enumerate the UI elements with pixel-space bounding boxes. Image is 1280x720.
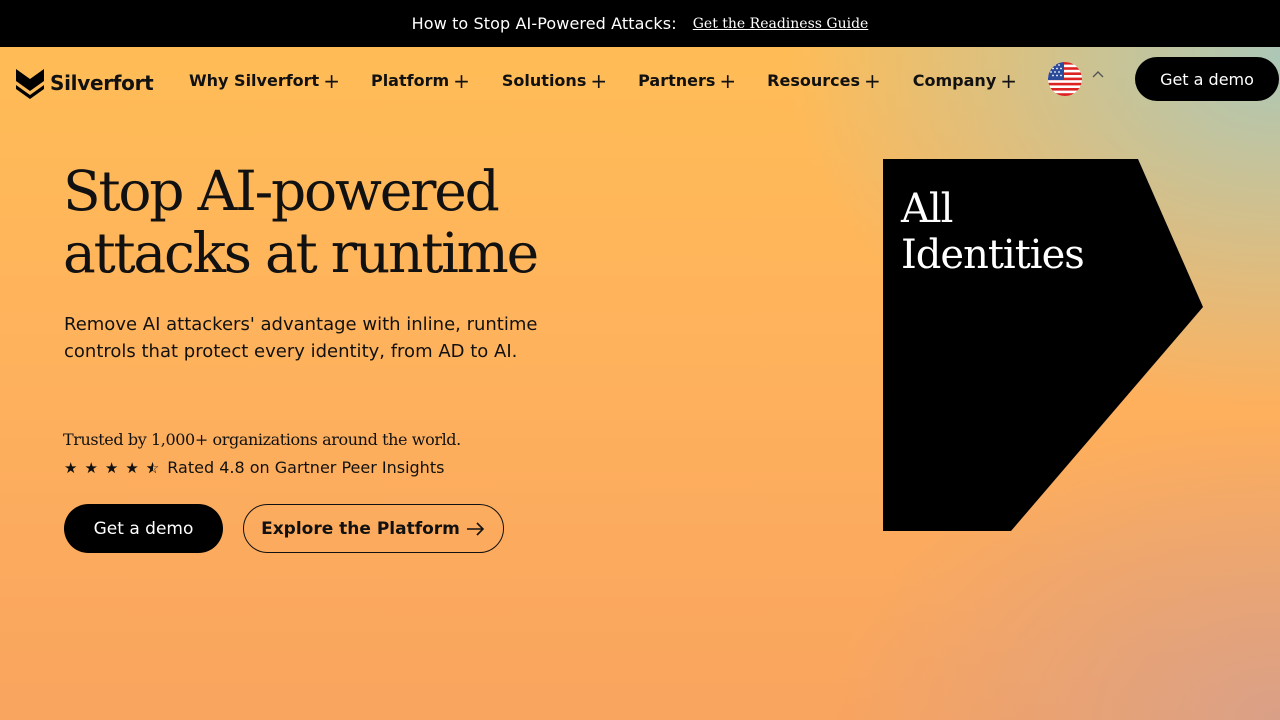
star-icon: ★	[64, 458, 78, 477]
identities-graphic-text: All Identities	[901, 186, 1161, 278]
plus-icon: +	[719, 68, 737, 93]
nav-item-why-silverfort[interactable]: Why Silverfort +	[189, 68, 340, 93]
nav-item-label: Resources	[767, 71, 860, 90]
nav-item-partners[interactable]: Partners +	[638, 68, 737, 93]
get-demo-button[interactable]: Get a demo	[64, 504, 223, 553]
rating-text: Rated 4.8 on Gartner Peer Insights	[167, 458, 445, 477]
arrow-right-icon	[466, 521, 485, 536]
announcement-message: How to Stop AI-Powered Attacks:	[411, 14, 677, 33]
plus-icon: +	[323, 68, 340, 93]
explore-platform-label: Explore the Platform	[261, 518, 460, 539]
plus-icon: +	[864, 68, 881, 93]
logo[interactable]: Silverfort	[16, 67, 154, 99]
hero-title-line-2: attacks at runtime	[63, 221, 539, 285]
trusted-text: Trusted by 1,000+ organizations around t…	[63, 430, 461, 449]
nav-item-platform[interactable]: Platform +	[370, 68, 470, 93]
nav-item-solutions[interactable]: Solutions +	[501, 68, 608, 93]
site-header: Silverfort Why Silverfort + Platform + S…	[0, 47, 1280, 117]
nav-item-label: Solutions	[501, 71, 587, 90]
nav-item-company[interactable]: Company +	[912, 68, 1018, 93]
plus-icon: +	[1000, 68, 1018, 93]
main-nav: Why Silverfort + Platform + Solutions + …	[189, 68, 1018, 93]
nav-item-resources[interactable]: Resources +	[767, 68, 881, 93]
half-star-icon: ☆ ★	[145, 458, 160, 477]
hero-title-line-1: Stop AI-powered	[63, 159, 500, 223]
star-icon: ★	[84, 458, 98, 477]
rating-stars: ★ ★ ★ ★ ☆ ★	[64, 459, 159, 477]
nav-item-label: Why Silverfort	[189, 71, 320, 90]
nav-item-label: Company	[912, 71, 997, 90]
identities-line-1: All	[901, 186, 953, 232]
readiness-guide-link[interactable]: Get the Readiness Guide	[693, 16, 869, 32]
rating-row: ★ ★ ★ ★ ☆ ★ Rated 4.8 on Gartner Peer In…	[64, 458, 444, 477]
header-get-demo-button[interactable]: Get a demo	[1135, 57, 1279, 101]
explore-platform-button[interactable]: Explore the Platform	[243, 504, 504, 553]
hero-subtitle: Remove AI attackers' advantage with inli…	[64, 314, 538, 362]
star-icon: ★	[125, 458, 139, 477]
nav-item-label: Platform	[370, 71, 450, 90]
chevron-up-icon[interactable]	[1091, 68, 1105, 82]
us-flag-icon[interactable]	[1048, 62, 1082, 96]
hero-title: Stop AI-powered attacks at runtime	[63, 160, 603, 284]
nav-item-label: Partners	[638, 71, 716, 90]
announcement-bar: How to Stop AI-Powered Attacks: Get the …	[0, 0, 1280, 47]
plus-icon: +	[453, 68, 470, 93]
star-icon: ★	[104, 458, 119, 477]
plus-icon: +	[590, 68, 608, 93]
silverfort-logo-icon	[16, 69, 44, 99]
identities-line-2: Identities	[901, 232, 1085, 278]
brand-name: Silverfort	[50, 71, 154, 95]
